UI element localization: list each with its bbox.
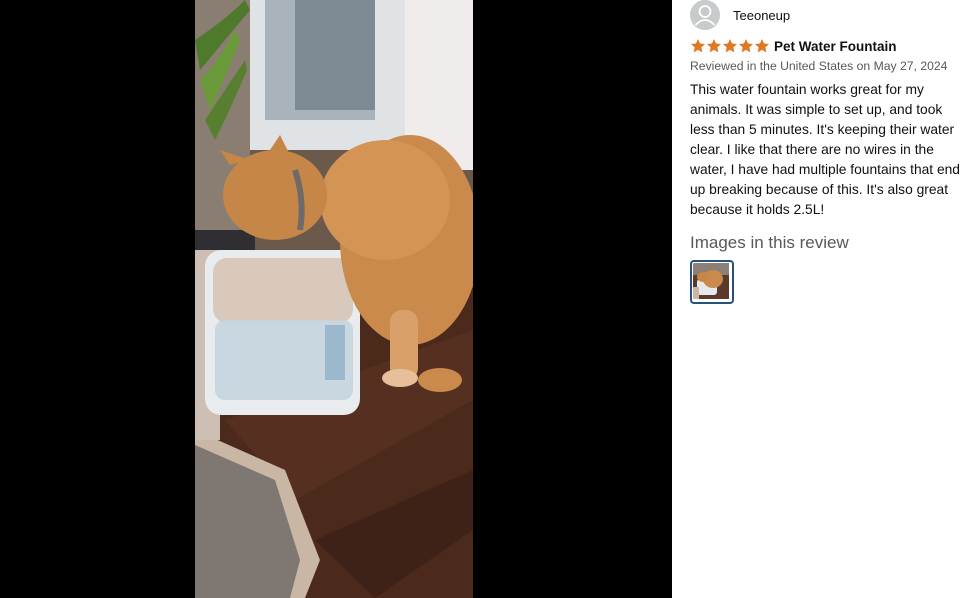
review-text: This water fountain works great for my a… <box>690 82 960 217</box>
review-panel: Teeoneup Pet Water Fountain Reviewed in … <box>672 0 970 598</box>
star-icon <box>706 38 722 54</box>
review-image-thumbnail[interactable] <box>690 260 734 304</box>
cat-thumbnail-image <box>693 263 731 301</box>
person-icon <box>690 0 720 30</box>
star-icon <box>754 38 770 54</box>
reviewer-name[interactable]: Teeoneup <box>733 8 790 23</box>
star-icon <box>722 38 738 54</box>
images-heading: Images in this review <box>690 233 849 252</box>
reviewer-profile[interactable]: Teeoneup <box>690 0 790 30</box>
review-title[interactable]: Pet Water Fountain <box>774 39 897 54</box>
star-icon <box>690 38 706 54</box>
star-rating[interactable] <box>690 38 770 54</box>
star-icon <box>738 38 754 54</box>
rating-row: Pet Water Fountain <box>690 36 897 56</box>
image-viewer <box>0 0 672 598</box>
review-photo <box>195 0 473 598</box>
review-date: Reviewed in the United States on May 27,… <box>690 59 948 73</box>
